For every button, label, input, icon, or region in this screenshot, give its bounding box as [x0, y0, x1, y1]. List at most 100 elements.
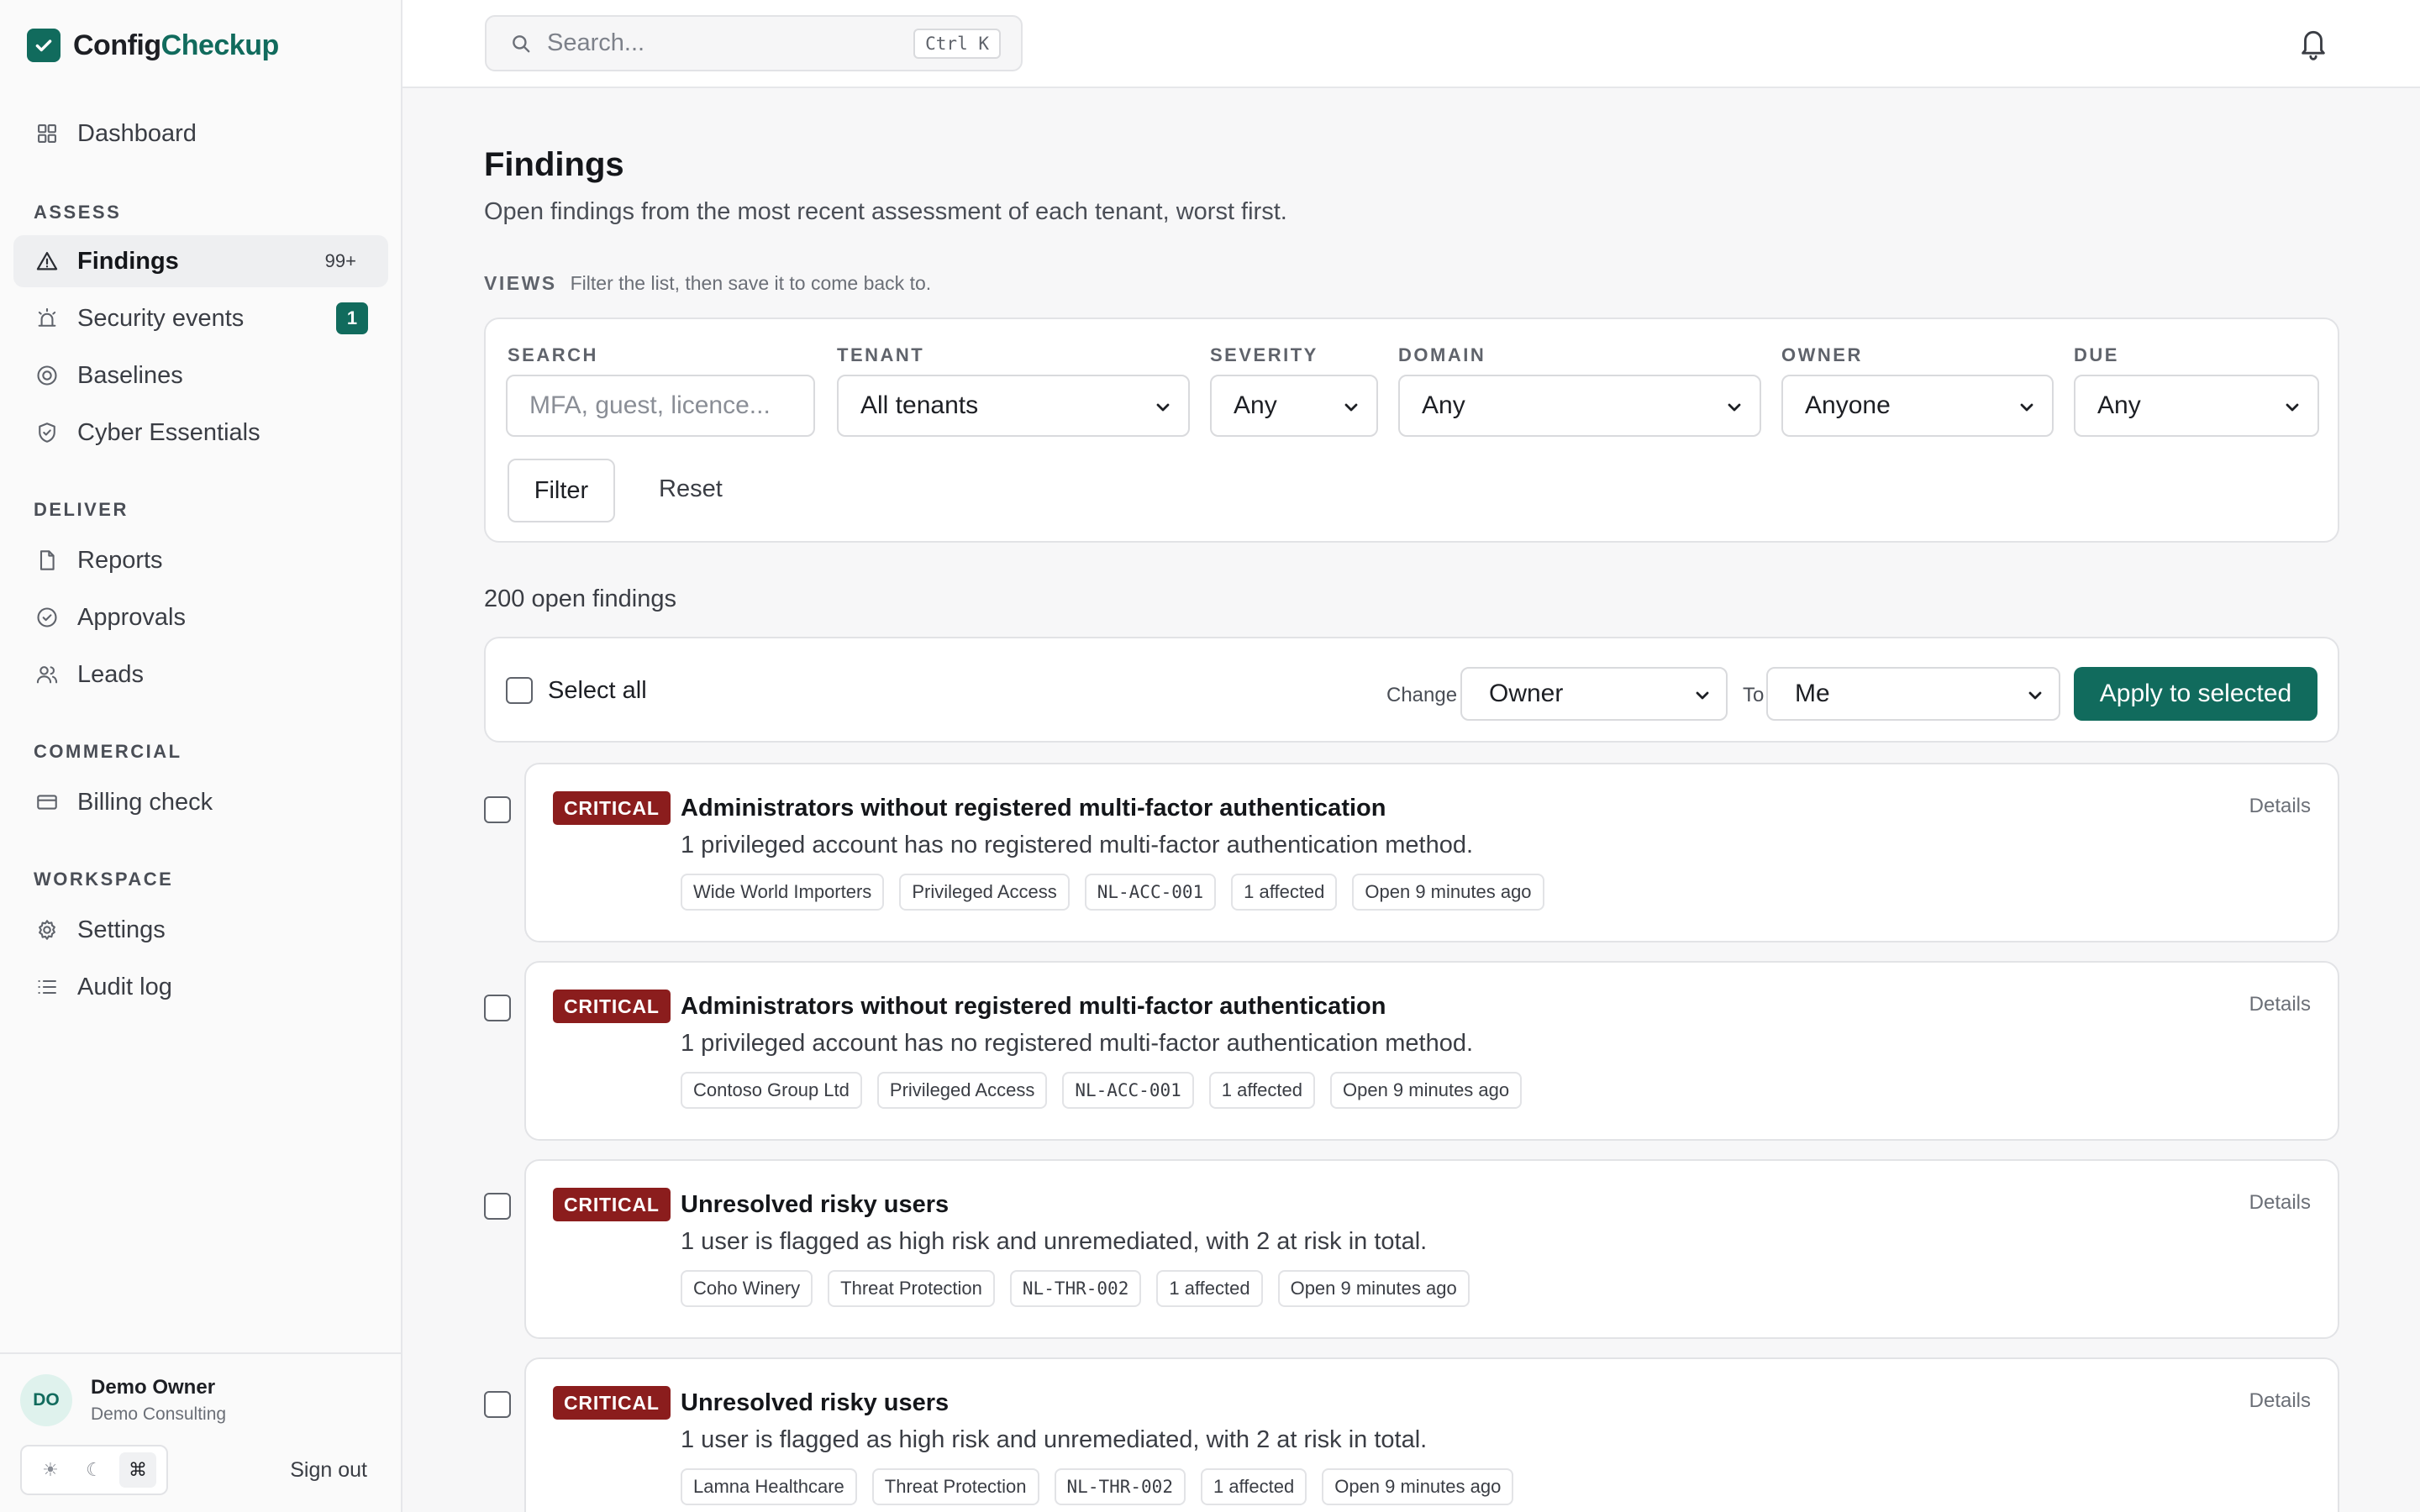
- finding-checkbox[interactable]: [484, 1391, 511, 1418]
- tenant-select[interactable]: All tenants: [837, 375, 1190, 437]
- sidebar-item-settings[interactable]: Settings: [13, 904, 388, 956]
- chevron-down-icon: [1724, 397, 1744, 417]
- views-hint: VIEWS Filter the list, then save it to co…: [484, 272, 931, 295]
- moon-icon[interactable]: ☾: [76, 1452, 113, 1488]
- details-link[interactable]: Details: [2249, 993, 2311, 1016]
- finding-title: Unresolved risky users: [681, 1191, 950, 1218]
- finding-meta: Contoso Group Ltd Privileged Access NL-A…: [681, 1072, 1523, 1109]
- sidebar-item-dashboard[interactable]: Dashboard: [13, 108, 388, 160]
- global-search-input[interactable]: [547, 29, 900, 57]
- check-circle-icon: [34, 604, 60, 631]
- affected-chip: 1 affected: [1231, 874, 1338, 911]
- finding-description: 1 privileged account has no registered m…: [681, 832, 1474, 858]
- affected-chip: 1 affected: [1156, 1270, 1263, 1307]
- result-count: 200 open findings: [484, 585, 676, 612]
- alarm-icon: [34, 305, 60, 332]
- shield-check-icon: [34, 419, 60, 446]
- change-target-select[interactable]: Me: [1766, 667, 2060, 721]
- owner-filter-label: OWNER: [1781, 344, 1863, 365]
- apply-to-selected-button[interactable]: Apply to selected: [2074, 667, 2317, 721]
- owner-select[interactable]: Anyone: [1781, 375, 2054, 437]
- checkmark-icon: [27, 29, 60, 62]
- sidebar-item-label: Audit log: [77, 973, 172, 1000]
- sidebar-item-cyber-essentials[interactable]: Cyber Essentials: [13, 407, 388, 459]
- sidebar-item-audit-log[interactable]: Audit log: [13, 961, 388, 1013]
- brand-name: ConfigCheckup: [73, 29, 279, 62]
- brand-name-prefix: Config: [73, 29, 161, 61]
- finding-checkbox[interactable]: [484, 796, 511, 823]
- avatar[interactable]: DO: [20, 1374, 72, 1426]
- reset-button[interactable]: Reset: [659, 475, 723, 503]
- due-select-value: Any: [2097, 391, 2141, 419]
- sidebar-item-security-events[interactable]: Security events 1: [13, 292, 388, 344]
- grid-icon: [34, 120, 60, 147]
- views-tag: VIEWS: [484, 272, 557, 294]
- control-code-chip: NL-ACC-001: [1062, 1072, 1194, 1109]
- finding-title: Administrators without registered multi-…: [681, 795, 1386, 822]
- sidebar-item-label: Findings: [77, 247, 179, 275]
- tenant-chip: Coho Winery: [681, 1270, 813, 1307]
- finding-card[interactable]: CRITICAL Administrators without register…: [524, 763, 2339, 942]
- sign-out-link[interactable]: Sign out: [290, 1458, 367, 1483]
- sidebar-item-label: Baselines: [77, 361, 183, 389]
- sidebar-item-approvals[interactable]: Approvals: [13, 591, 388, 643]
- sidebar-item-billing-check[interactable]: Billing check: [13, 776, 388, 828]
- filter-button[interactable]: Filter: [508, 459, 615, 522]
- domain-select[interactable]: Any: [1398, 375, 1761, 437]
- select-all-checkbox[interactable]: [506, 677, 533, 704]
- select-all-label[interactable]: Select all: [548, 677, 647, 705]
- sun-icon[interactable]: ☀: [32, 1452, 69, 1488]
- findings-count: 99+: [324, 250, 356, 271]
- search-filter-input[interactable]: MFA, guest, licence...: [506, 375, 815, 437]
- chevron-down-icon: [1153, 397, 1173, 417]
- change-label: Change: [1386, 684, 1458, 706]
- severity-select-value: Any: [1234, 391, 1277, 419]
- sidebar-item-findings[interactable]: Findings 99+: [13, 235, 388, 287]
- system-theme-icon[interactable]: ⌘: [119, 1452, 156, 1488]
- domain-filter-label: DOMAIN: [1398, 344, 1486, 365]
- domain-chip: Threat Protection: [871, 1468, 1039, 1505]
- sidebar-item-leads[interactable]: Leads: [13, 648, 388, 701]
- bell-icon[interactable]: [2297, 24, 2329, 61]
- due-select[interactable]: Any: [2074, 375, 2319, 437]
- finding-card[interactable]: CRITICAL Unresolved risky users 1 user i…: [524, 1357, 2339, 1512]
- page-title: Findings: [484, 146, 624, 183]
- global-search[interactable]: Ctrl K: [485, 15, 1023, 71]
- severity-select[interactable]: Any: [1210, 375, 1378, 437]
- search-icon: [510, 33, 532, 55]
- warning-triangle-icon: [34, 248, 60, 275]
- finding-card[interactable]: CRITICAL Administrators without register…: [524, 961, 2339, 1141]
- sidebar-item-label: Approvals: [77, 603, 186, 631]
- age-chip: Open 9 minutes ago: [1277, 1270, 1470, 1307]
- age-chip: Open 9 minutes ago: [1322, 1468, 1514, 1505]
- finding-row: CRITICAL Unresolved risky users 1 user i…: [484, 1357, 2339, 1512]
- owner-select-value: Anyone: [1805, 391, 1891, 419]
- change-field-select[interactable]: Owner: [1460, 667, 1728, 721]
- finding-checkbox[interactable]: [484, 1193, 511, 1220]
- user-name: Demo Owner: [91, 1376, 216, 1399]
- sidebar-item-label: Leads: [77, 660, 145, 688]
- affected-chip: 1 affected: [1208, 1072, 1315, 1109]
- users-icon: [34, 661, 60, 688]
- finding-row: CRITICAL Unresolved risky users 1 user i…: [484, 1159, 2339, 1339]
- chevron-down-icon: [2025, 685, 2045, 706]
- document-icon: [34, 547, 60, 574]
- finding-meta: Lamna Healthcare Threat Protection NL-TH…: [681, 1468, 1514, 1505]
- sidebar-item-reports[interactable]: Reports: [13, 534, 388, 586]
- user-org: Demo Consulting: [91, 1404, 227, 1424]
- details-link[interactable]: Details: [2249, 1191, 2311, 1215]
- control-code-chip: NL-THR-002: [1009, 1270, 1142, 1307]
- list-icon: [34, 974, 60, 1000]
- search-shortcut: Ctrl K: [913, 29, 1001, 59]
- brand-name-suffix: Checkup: [160, 29, 280, 61]
- sidebar: ConfigCheckup Dashboard ASSESS Findings …: [0, 0, 402, 1512]
- finding-title: Administrators without registered multi-…: [681, 993, 1386, 1020]
- brand[interactable]: ConfigCheckup: [27, 29, 279, 62]
- finding-card[interactable]: CRITICAL Unresolved risky users 1 user i…: [524, 1159, 2339, 1339]
- details-link[interactable]: Details: [2249, 795, 2311, 818]
- sidebar-item-baselines[interactable]: Baselines: [13, 349, 388, 402]
- change-target-value: Me: [1795, 680, 1830, 707]
- finding-checkbox[interactable]: [484, 995, 511, 1021]
- control-code-chip: NL-THR-002: [1054, 1468, 1186, 1505]
- details-link[interactable]: Details: [2249, 1389, 2311, 1413]
